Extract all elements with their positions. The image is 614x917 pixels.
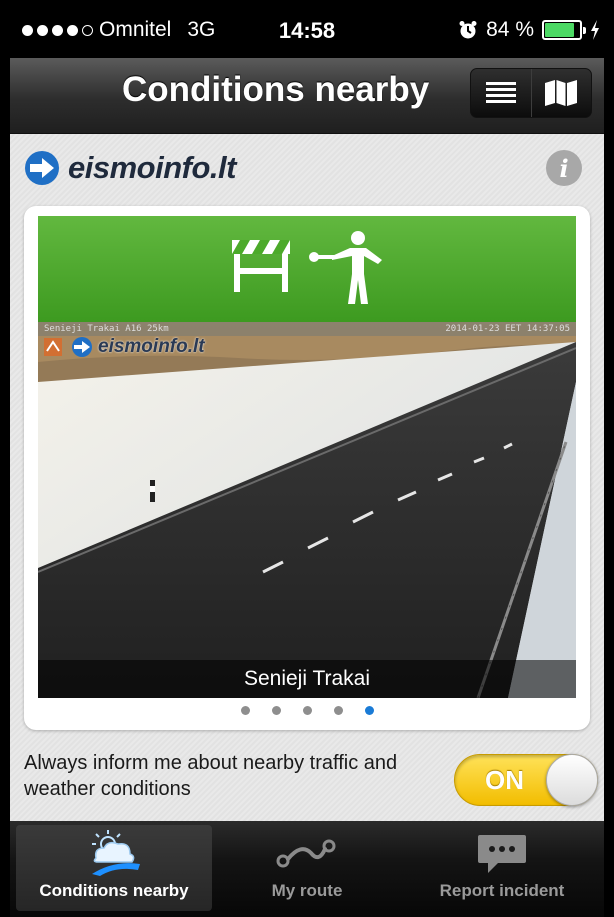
navigation-bar: Conditions nearby [10, 58, 604, 134]
toggle-state-text: ON [485, 765, 524, 795]
status-right-group: 84 % [458, 18, 600, 42]
camera-timestamp-overlay: Senieji Trakai A16 25km 2014-01-23 EET 1… [38, 322, 576, 336]
page-dot[interactable] [240, 706, 250, 715]
page-dot[interactable] [364, 706, 374, 715]
route-icon [276, 839, 336, 868]
tab-label-report-incident: Report incident [439, 881, 565, 900]
list-view-button[interactable] [471, 69, 531, 117]
info-icon[interactable]: i [546, 150, 582, 186]
map-icon [545, 80, 578, 106]
camera-watermark: eismoinfo.lt [44, 336, 205, 358]
tab-report-incident[interactable]: Report incident [404, 825, 600, 911]
network-type: 3G [187, 18, 216, 41]
page-title: Conditions nearby [122, 70, 430, 109]
camera-photo [38, 322, 576, 698]
tab-bar: Conditions nearby My route Report incide… [10, 821, 604, 917]
traffic-controller-icon [309, 231, 382, 304]
camera-overlay-time: 2014-01-23 EET 14:37:05 [445, 324, 570, 334]
carrier-name: Omnitel [99, 18, 172, 41]
weather-road-icon [92, 830, 140, 876]
notify-toggle[interactable]: ON [454, 754, 598, 806]
tab-label-my-route: My route [271, 881, 343, 900]
notify-setting-label: Always inform me about nearby traffic an… [24, 752, 398, 800]
camera-logo-icon [44, 338, 62, 356]
tab-my-route[interactable]: My route [209, 825, 405, 911]
eismoinfo-logo-icon [25, 151, 59, 185]
tab-label-conditions-nearby: Conditions nearby [39, 881, 189, 900]
map-view-button[interactable] [530, 69, 592, 117]
tab-conditions-nearby[interactable]: Conditions nearby [16, 825, 212, 911]
camera-card[interactable]: Senieji Trakai A16 25km 2014-01-23 EET 1… [24, 206, 590, 730]
status-bar: Omnitel 3G 14:58 84 % [0, 0, 614, 58]
page-dot[interactable] [271, 706, 281, 715]
content-area: eismoinfo.lt i Senieji Trakai A16 25km 2… [10, 134, 604, 821]
app-screen: Omnitel 3G 14:58 84 % Conditions nearby [0, 0, 614, 917]
chat-bubble-icon [478, 835, 526, 873]
list-icon [485, 82, 516, 103]
page-dot[interactable] [333, 706, 343, 715]
view-mode-segmented-control [470, 68, 592, 118]
battery-percent: 84 % [486, 18, 534, 41]
camera-overlay-location: Senieji Trakai A16 25km [44, 324, 169, 334]
camera-watermark-text: eismoinfo.lt [98, 336, 205, 357]
alarm-icon [459, 21, 477, 39]
traffic-camera-image[interactable]: Senieji Trakai A16 25km 2014-01-23 EET 1… [38, 322, 576, 698]
carrier-group: Omnitel 3G [22, 18, 215, 42]
toggle-knob[interactable] [546, 754, 598, 806]
brand-name: eismoinfo.lt [68, 150, 236, 185]
signal-strength-icon [22, 24, 93, 36]
roadwork-banner [38, 216, 576, 322]
page-indicator[interactable] [24, 706, 590, 715]
camera-location-caption: Senieji Trakai [38, 660, 576, 698]
clock: 14:58 [278, 18, 336, 43]
eismoinfo-watermark-logo-icon [72, 337, 92, 357]
battery-icon [542, 20, 586, 40]
page-dot[interactable] [302, 706, 312, 715]
brand-header: eismoinfo.lt [24, 150, 236, 186]
charging-bolt-icon [591, 20, 599, 40]
road-barrier-icon [232, 240, 290, 292]
